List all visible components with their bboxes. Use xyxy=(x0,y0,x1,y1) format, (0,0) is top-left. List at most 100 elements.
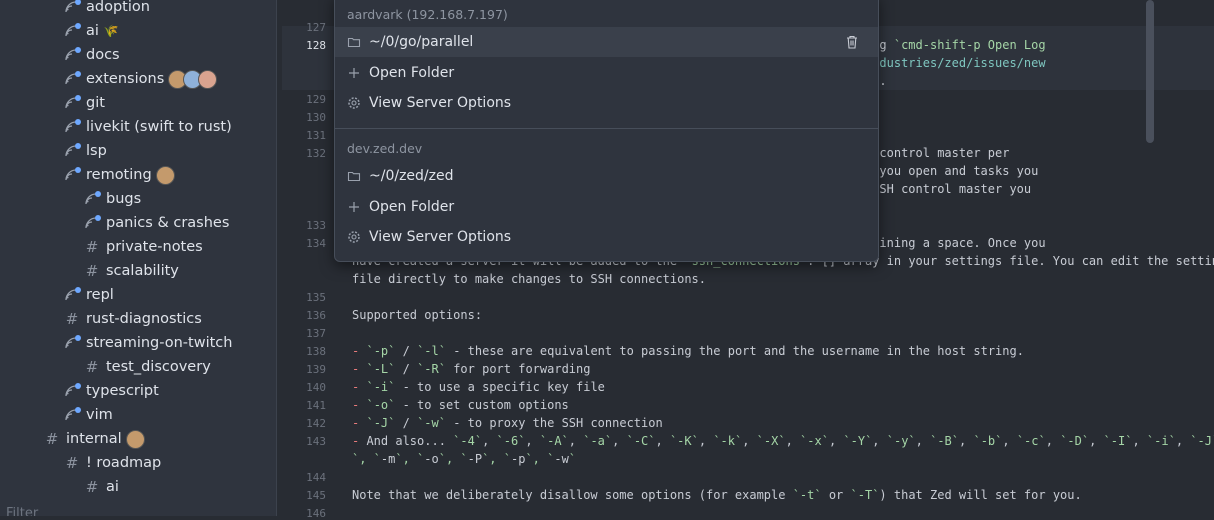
channel-item[interactable]: panics & crashes xyxy=(84,211,229,235)
line-number: 145 xyxy=(306,489,326,502)
line-number: 129 xyxy=(306,93,326,106)
line-number: 137 xyxy=(306,327,326,340)
channel-item[interactable]: ai 🌾 xyxy=(64,19,119,43)
code-line: - `-J` / `-w` - to proxy the SSH connect… xyxy=(352,416,663,430)
code-line: file directly to make changes to SSH con… xyxy=(352,272,707,286)
avatar[interactable] xyxy=(155,165,175,185)
voice-channel-icon xyxy=(64,95,81,111)
voice-channel-icon xyxy=(84,191,101,207)
voice-channel-icon xyxy=(84,215,101,231)
code-line: - `-L` / `-R` for port forwarding xyxy=(352,362,591,376)
channel-item[interactable]: # ai xyxy=(84,475,119,499)
filter-input[interactable]: Filter xyxy=(6,506,38,516)
voice-channel-icon xyxy=(64,47,81,63)
code-line: Note that we deliberately disallow some … xyxy=(352,488,1082,502)
trash-icon[interactable] xyxy=(846,35,858,49)
line-number: 130 xyxy=(306,111,326,124)
view-server-options-button[interactable]: View Server Options xyxy=(335,88,878,118)
server-header: dev.zed.dev xyxy=(347,141,423,156)
channel-label: git xyxy=(86,95,105,111)
line-number: 128 xyxy=(306,39,326,52)
line-number: 139 xyxy=(306,363,326,376)
channel-label: repl xyxy=(86,287,114,303)
open-folder-button[interactable]: Open Folder xyxy=(335,192,878,222)
line-number: 142 xyxy=(306,417,326,430)
code-line: Supported options: xyxy=(352,308,483,322)
hash-icon: # xyxy=(65,310,79,328)
channel-item[interactable]: repl xyxy=(64,283,114,307)
channel-label: scalability xyxy=(106,263,179,279)
channel-item[interactable]: # rust-diagnostics xyxy=(64,307,202,331)
plus-icon xyxy=(347,200,361,214)
project-path: ~/0/zed/zed xyxy=(369,168,454,184)
hash-icon: # xyxy=(65,454,79,472)
voice-channel-icon xyxy=(64,167,81,183)
channel-item[interactable]: livekit (swift to rust) xyxy=(64,115,232,139)
channel-label: vim xyxy=(86,407,113,423)
channel-item[interactable]: extensions xyxy=(64,67,218,91)
code-line: - `-o` - to set custom options xyxy=(352,398,569,412)
channel-item[interactable]: # ! roadmap xyxy=(64,451,162,475)
voice-channel-icon xyxy=(64,287,81,303)
divider xyxy=(335,128,878,129)
view-server-options-button[interactable]: View Server Options xyxy=(335,222,878,252)
line-number: 131 xyxy=(306,129,326,142)
channel-label: ai xyxy=(86,23,99,39)
line-number: 134 xyxy=(306,237,326,250)
channel-item[interactable]: docs xyxy=(64,43,120,67)
channel-label: ! roadmap xyxy=(86,455,162,471)
line-number: 146 xyxy=(306,507,326,520)
channel-item[interactable]: adoption xyxy=(64,0,150,19)
channel-item[interactable]: typescript xyxy=(64,379,159,403)
hash-icon: # xyxy=(85,238,99,256)
code-line: - And also... `-4`, `-6`, `-A`, `-a`, `-… xyxy=(352,434,1214,448)
hash-icon: # xyxy=(85,262,99,280)
line-number: 144 xyxy=(306,471,326,484)
project-item[interactable]: ~/0/go/parallel xyxy=(335,27,878,57)
channel-label: remoting xyxy=(86,167,152,183)
channel-item[interactable]: bugs xyxy=(84,187,141,211)
code-line: - `-i` - to use a specific key file xyxy=(352,380,605,394)
channel-item[interactable]: # test_discovery xyxy=(84,355,211,379)
channel-label: adoption xyxy=(86,0,150,15)
plus-icon xyxy=(347,66,361,80)
popup-scrollbar[interactable] xyxy=(1146,0,1154,143)
channel-item[interactable]: git xyxy=(64,91,105,115)
channel-item[interactable]: # internal xyxy=(44,427,145,451)
voice-channel-icon xyxy=(64,383,81,399)
line-number: 140 xyxy=(306,381,326,394)
remote-projects-popup: aardvark (192.168.7.197) ~/0/go/parallel… xyxy=(334,0,879,262)
channel-label: test_discovery xyxy=(106,359,211,375)
project-item[interactable]: ~/0/zed/zed xyxy=(335,161,878,191)
voice-channel-icon xyxy=(64,71,81,87)
code-line: `, `-m`, `-o`, `-P`, `-p`, `-w` xyxy=(352,452,577,466)
avatar[interactable] xyxy=(198,69,218,89)
voice-channel-icon xyxy=(64,143,81,159)
channel-item[interactable]: vim xyxy=(64,403,113,427)
channel-label: lsp xyxy=(86,143,107,159)
hash-icon: # xyxy=(85,358,99,376)
voice-channel-icon xyxy=(64,0,81,15)
channel-item[interactable]: remoting xyxy=(64,163,175,187)
line-number: 132 xyxy=(306,147,326,160)
gear-icon xyxy=(347,230,361,244)
line-number: 138 xyxy=(306,345,326,358)
channel-label: livekit (swift to rust) xyxy=(86,119,232,135)
channel-item[interactable]: # private-notes xyxy=(84,235,203,259)
line-number: 141 xyxy=(306,399,326,412)
voice-channel-icon xyxy=(64,407,81,423)
channel-item[interactable]: lsp xyxy=(64,139,107,163)
hash-icon: # xyxy=(45,430,59,448)
channel-label: private-notes xyxy=(106,239,203,255)
open-folder-label: Open Folder xyxy=(369,199,455,215)
channel-item[interactable]: # scalability xyxy=(84,259,179,283)
voice-channel-icon xyxy=(64,23,81,39)
avatar[interactable] xyxy=(125,429,145,449)
project-path: ~/0/go/parallel xyxy=(369,34,474,50)
voice-channel-icon xyxy=(64,119,81,135)
channel-label: bugs xyxy=(106,191,142,207)
line-number: 133 xyxy=(306,219,326,232)
channel-item[interactable]: streaming-on-twitch xyxy=(64,331,232,355)
open-folder-button[interactable]: Open Folder xyxy=(335,58,878,88)
folder-icon xyxy=(347,35,361,49)
